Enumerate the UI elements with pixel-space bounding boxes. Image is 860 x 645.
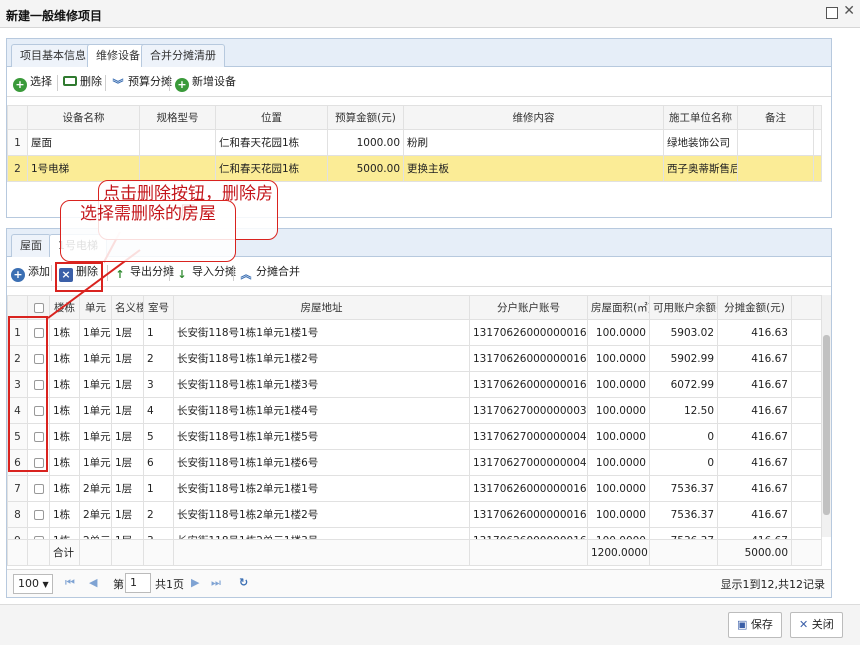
annotation-select-bubble: 选择需删除的房屋 xyxy=(60,200,236,262)
annotation-arrows xyxy=(47,231,141,319)
